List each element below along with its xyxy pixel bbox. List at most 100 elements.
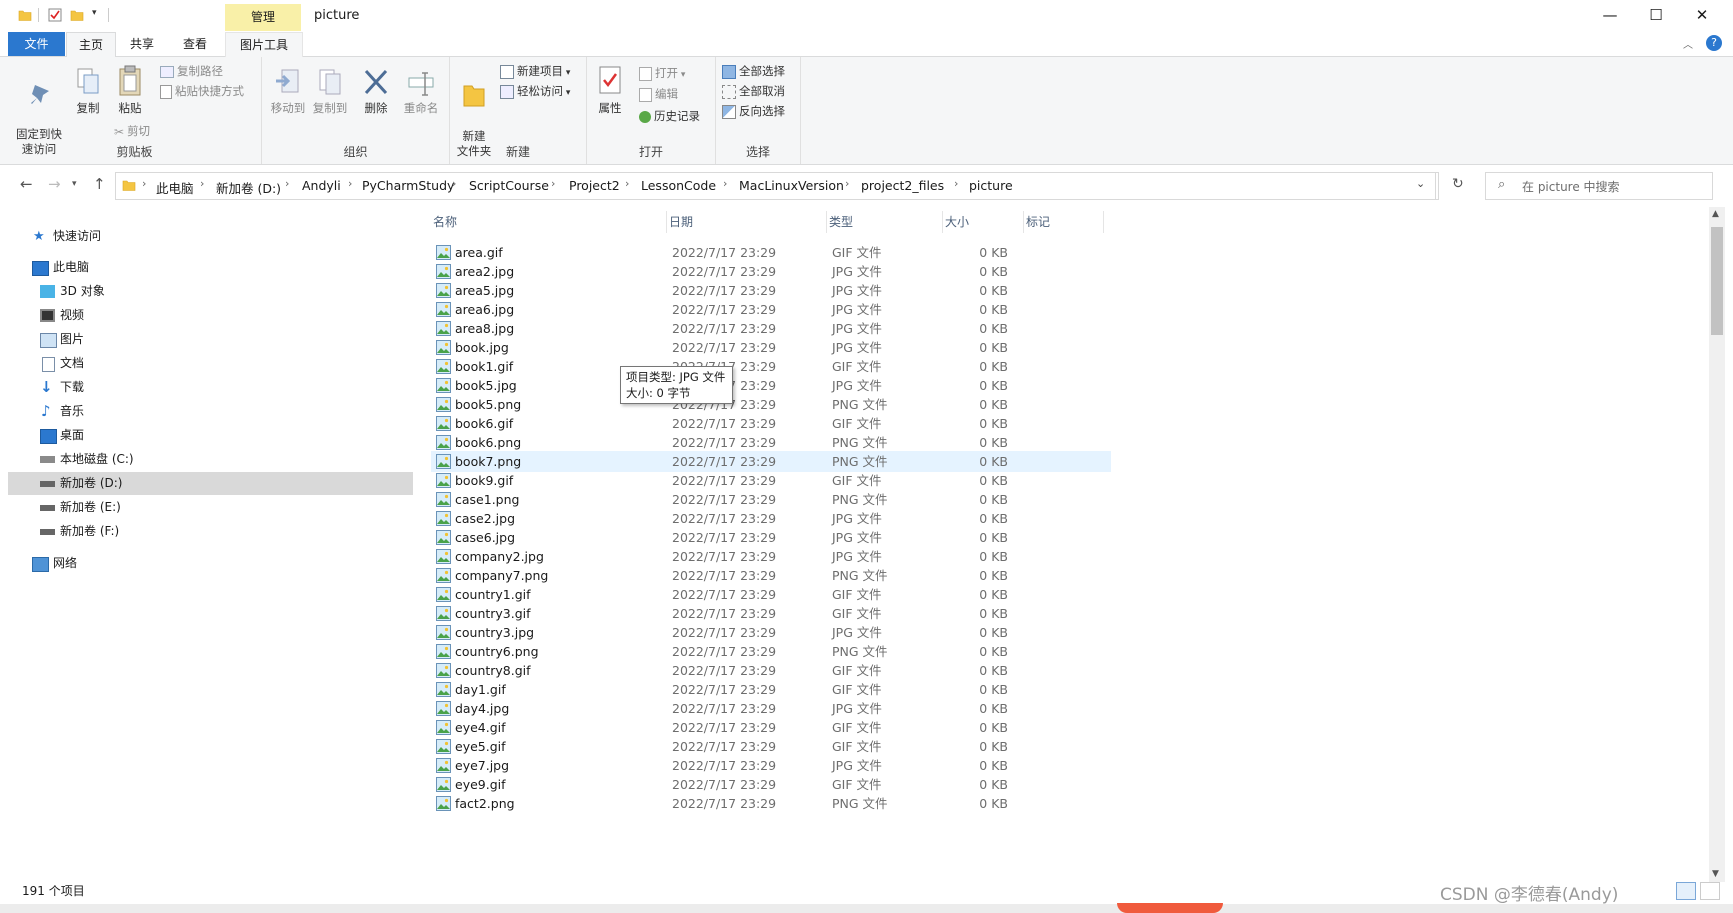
crumb-separator-icon[interactable]: › [845, 177, 849, 190]
select-all-button[interactable]: 全部选择 [722, 61, 785, 81]
copy-to-button[interactable]: 复制到 [312, 67, 348, 116]
recent-locations-chevron-icon[interactable]: ▾ [72, 179, 77, 189]
address-bar[interactable]: › 此电脑 › 新加卷 (D:) › Andyli › PyCharmStudy… [115, 172, 1464, 200]
nav-downloads[interactable]: ↓ 下载 [8, 376, 413, 399]
table-row[interactable]: country6.png 2022/7/17 23:29 PNG 文件 0 KB [431, 641, 1111, 662]
nav-drive-c[interactable]: 本地磁盘 (C:) [8, 448, 413, 471]
table-row[interactable]: area6.jpg 2022/7/17 23:29 JPG 文件 0 KB [431, 299, 1111, 320]
table-row[interactable]: eye4.gif 2022/7/17 23:29 GIF 文件 0 KB [431, 717, 1111, 738]
crumb-separator-icon[interactable]: › [625, 177, 629, 190]
crumb-separator-icon[interactable]: › [200, 177, 204, 190]
up-arrow-icon[interactable]: ↑ [93, 175, 106, 193]
crumb-maclinuxversion[interactable]: MacLinuxVersion [739, 178, 844, 193]
paste-shortcut-button[interactable]: 粘贴快捷方式 [160, 81, 244, 101]
table-row[interactable]: country3.gif 2022/7/17 23:29 GIF 文件 0 KB [431, 603, 1111, 624]
table-row[interactable]: company7.png 2022/7/17 23:29 PNG 文件 0 KB [431, 565, 1111, 586]
table-row[interactable]: book.jpg 2022/7/17 23:29 JPG 文件 0 KB [431, 337, 1111, 358]
crumb-pycharmstudy[interactable]: PyCharmStudy [362, 178, 454, 193]
back-arrow-icon[interactable]: ← [20, 175, 33, 193]
forward-arrow-icon[interactable]: → [48, 175, 61, 193]
table-row[interactable]: area5.jpg 2022/7/17 23:29 JPG 文件 0 KB [431, 280, 1111, 301]
table-row[interactable]: eye9.gif 2022/7/17 23:29 GIF 文件 0 KB [431, 774, 1111, 795]
table-row[interactable]: case6.jpg 2022/7/17 23:29 JPG 文件 0 KB [431, 527, 1111, 548]
crumb-project2-files[interactable]: project2_files [861, 178, 944, 193]
crumb-separator-icon[interactable]: › [285, 177, 289, 190]
crumb-separator-icon[interactable]: › [452, 177, 456, 190]
new-folder-icon[interactable] [70, 8, 84, 22]
table-row[interactable]: country1.gif 2022/7/17 23:29 GIF 文件 0 KB [431, 584, 1111, 605]
nav-this-pc[interactable]: 此电脑 [8, 256, 413, 279]
scroll-up-arrow-icon[interactable]: ▲ [1712, 209, 1719, 219]
select-none-button[interactable]: 全部取消 [722, 81, 785, 101]
table-row[interactable]: day4.jpg 2022/7/17 23:29 JPG 文件 0 KB [431, 698, 1111, 719]
column-header-name[interactable]: 名称 [431, 211, 667, 233]
tab-share[interactable]: 共享 [118, 32, 166, 56]
column-header-type[interactable]: 类型 [827, 211, 943, 233]
table-row[interactable]: book7.png 2022/7/17 23:29 PNG 文件 0 KB [431, 451, 1111, 472]
edit-button[interactable]: 编辑 [639, 84, 678, 104]
crumb-picture[interactable]: picture [969, 178, 1013, 193]
table-row[interactable]: day1.gif 2022/7/17 23:29 GIF 文件 0 KB [431, 679, 1111, 700]
table-row[interactable]: book6.gif 2022/7/17 23:29 GIF 文件 0 KB [431, 413, 1111, 434]
crumb-scriptcourse[interactable]: ScriptCourse [469, 178, 549, 193]
scrollbar-thumb[interactable] [1711, 227, 1723, 335]
crumb-lessoncode[interactable]: LessonCode [641, 178, 716, 193]
table-row[interactable]: eye5.gif 2022/7/17 23:29 GIF 文件 0 KB [431, 736, 1111, 757]
tab-picture-tools[interactable]: 图片工具 [225, 32, 303, 57]
refresh-icon[interactable]: ↻ [1452, 176, 1464, 192]
maximize-button[interactable]: ☐ [1633, 0, 1679, 32]
table-row[interactable]: area8.jpg 2022/7/17 23:29 JPG 文件 0 KB [431, 318, 1111, 339]
nav-network[interactable]: 网络 [8, 552, 413, 575]
nav-drive-d[interactable]: 新加卷 (D:) [8, 472, 413, 495]
help-icon[interactable]: ? [1706, 35, 1722, 51]
nav-videos[interactable]: 视频 [8, 304, 413, 327]
folder-icon[interactable] [18, 8, 32, 22]
copy-button[interactable]: 复制 [70, 67, 106, 116]
nav-documents[interactable]: 文档 [8, 352, 413, 375]
table-row[interactable]: eye7.jpg 2022/7/17 23:29 JPG 文件 0 KB [431, 755, 1111, 776]
table-row[interactable]: country8.gif 2022/7/17 23:29 GIF 文件 0 KB [431, 660, 1111, 681]
crumb-separator-icon[interactable]: › [348, 177, 352, 190]
delete-button[interactable]: 删除 [358, 67, 394, 116]
nav-pictures[interactable]: 图片 [8, 328, 413, 351]
paste-button[interactable]: 粘贴 [112, 65, 148, 116]
quick-access-dropdown-icon[interactable]: ▾ [92, 8, 97, 18]
crumb-separator-icon[interactable]: › [142, 177, 146, 190]
crumb-separator-icon[interactable]: › [954, 177, 958, 190]
nav-3d-objects[interactable]: 3D 对象 [8, 280, 413, 303]
table-row[interactable]: case2.jpg 2022/7/17 23:29 JPG 文件 0 KB [431, 508, 1111, 529]
invert-selection-button[interactable]: 反向选择 [722, 101, 785, 121]
crumb-separator-icon[interactable]: › [723, 177, 727, 190]
collapse-ribbon-icon[interactable]: ︿ [1683, 36, 1693, 51]
column-header-tags[interactable]: 标记 [1024, 211, 1104, 233]
address-dropdown-icon[interactable]: ⌄ [1416, 177, 1425, 190]
table-row[interactable]: country3.jpg 2022/7/17 23:29 JPG 文件 0 KB [431, 622, 1111, 643]
table-row[interactable]: book5.png 2022/7/17 23:29 PNG 文件 0 KB [431, 394, 1111, 415]
table-row[interactable]: company2.jpg 2022/7/17 23:29 JPG 文件 0 KB [431, 546, 1111, 567]
rename-button[interactable]: 重命名 [400, 67, 442, 116]
column-header-date[interactable]: 日期 [667, 211, 827, 233]
table-row[interactable]: area.gif 2022/7/17 23:29 GIF 文件 0 KB [431, 242, 1111, 263]
table-row[interactable]: book6.png 2022/7/17 23:29 PNG 文件 0 KB [431, 432, 1111, 453]
crumb-drive-d[interactable]: 新加卷 (D:) [216, 178, 281, 197]
open-button[interactable]: 打开 ▾ [639, 63, 685, 83]
table-row[interactable]: book1.gif2022/7/17 23:29GIF 文件0 KB [431, 356, 1111, 377]
move-to-button[interactable]: 移动到 [270, 67, 306, 116]
minimize-button[interactable]: — [1587, 0, 1633, 32]
nav-desktop[interactable]: 桌面 [8, 424, 413, 447]
nav-quick-access[interactable]: ★ 快速访问 [8, 225, 413, 248]
nav-music[interactable]: ♪ 音乐 [8, 400, 413, 423]
scroll-down-arrow-icon[interactable]: ▼ [1712, 869, 1719, 879]
properties-button[interactable]: 属性 [593, 65, 627, 116]
tab-file[interactable]: 文件 [8, 32, 65, 56]
table-row[interactable]: area2.jpg 2022/7/17 23:29 JPG 文件 0 KB [431, 261, 1111, 282]
nav-drive-f[interactable]: 新加卷 (F:) [8, 520, 413, 543]
history-button[interactable]: 历史记录 [639, 106, 700, 126]
vertical-scrollbar[interactable]: ▲ ▼ [1709, 207, 1725, 882]
easy-access-button[interactable]: 轻松访问 ▾ [500, 81, 570, 101]
properties-check-icon[interactable] [48, 8, 62, 22]
copy-path-button[interactable]: 复制路径 [160, 61, 223, 81]
crumb-project2[interactable]: Project2 [569, 178, 620, 193]
details-view-icon[interactable] [1676, 882, 1696, 900]
crumb-andyli[interactable]: Andyli [302, 178, 341, 193]
